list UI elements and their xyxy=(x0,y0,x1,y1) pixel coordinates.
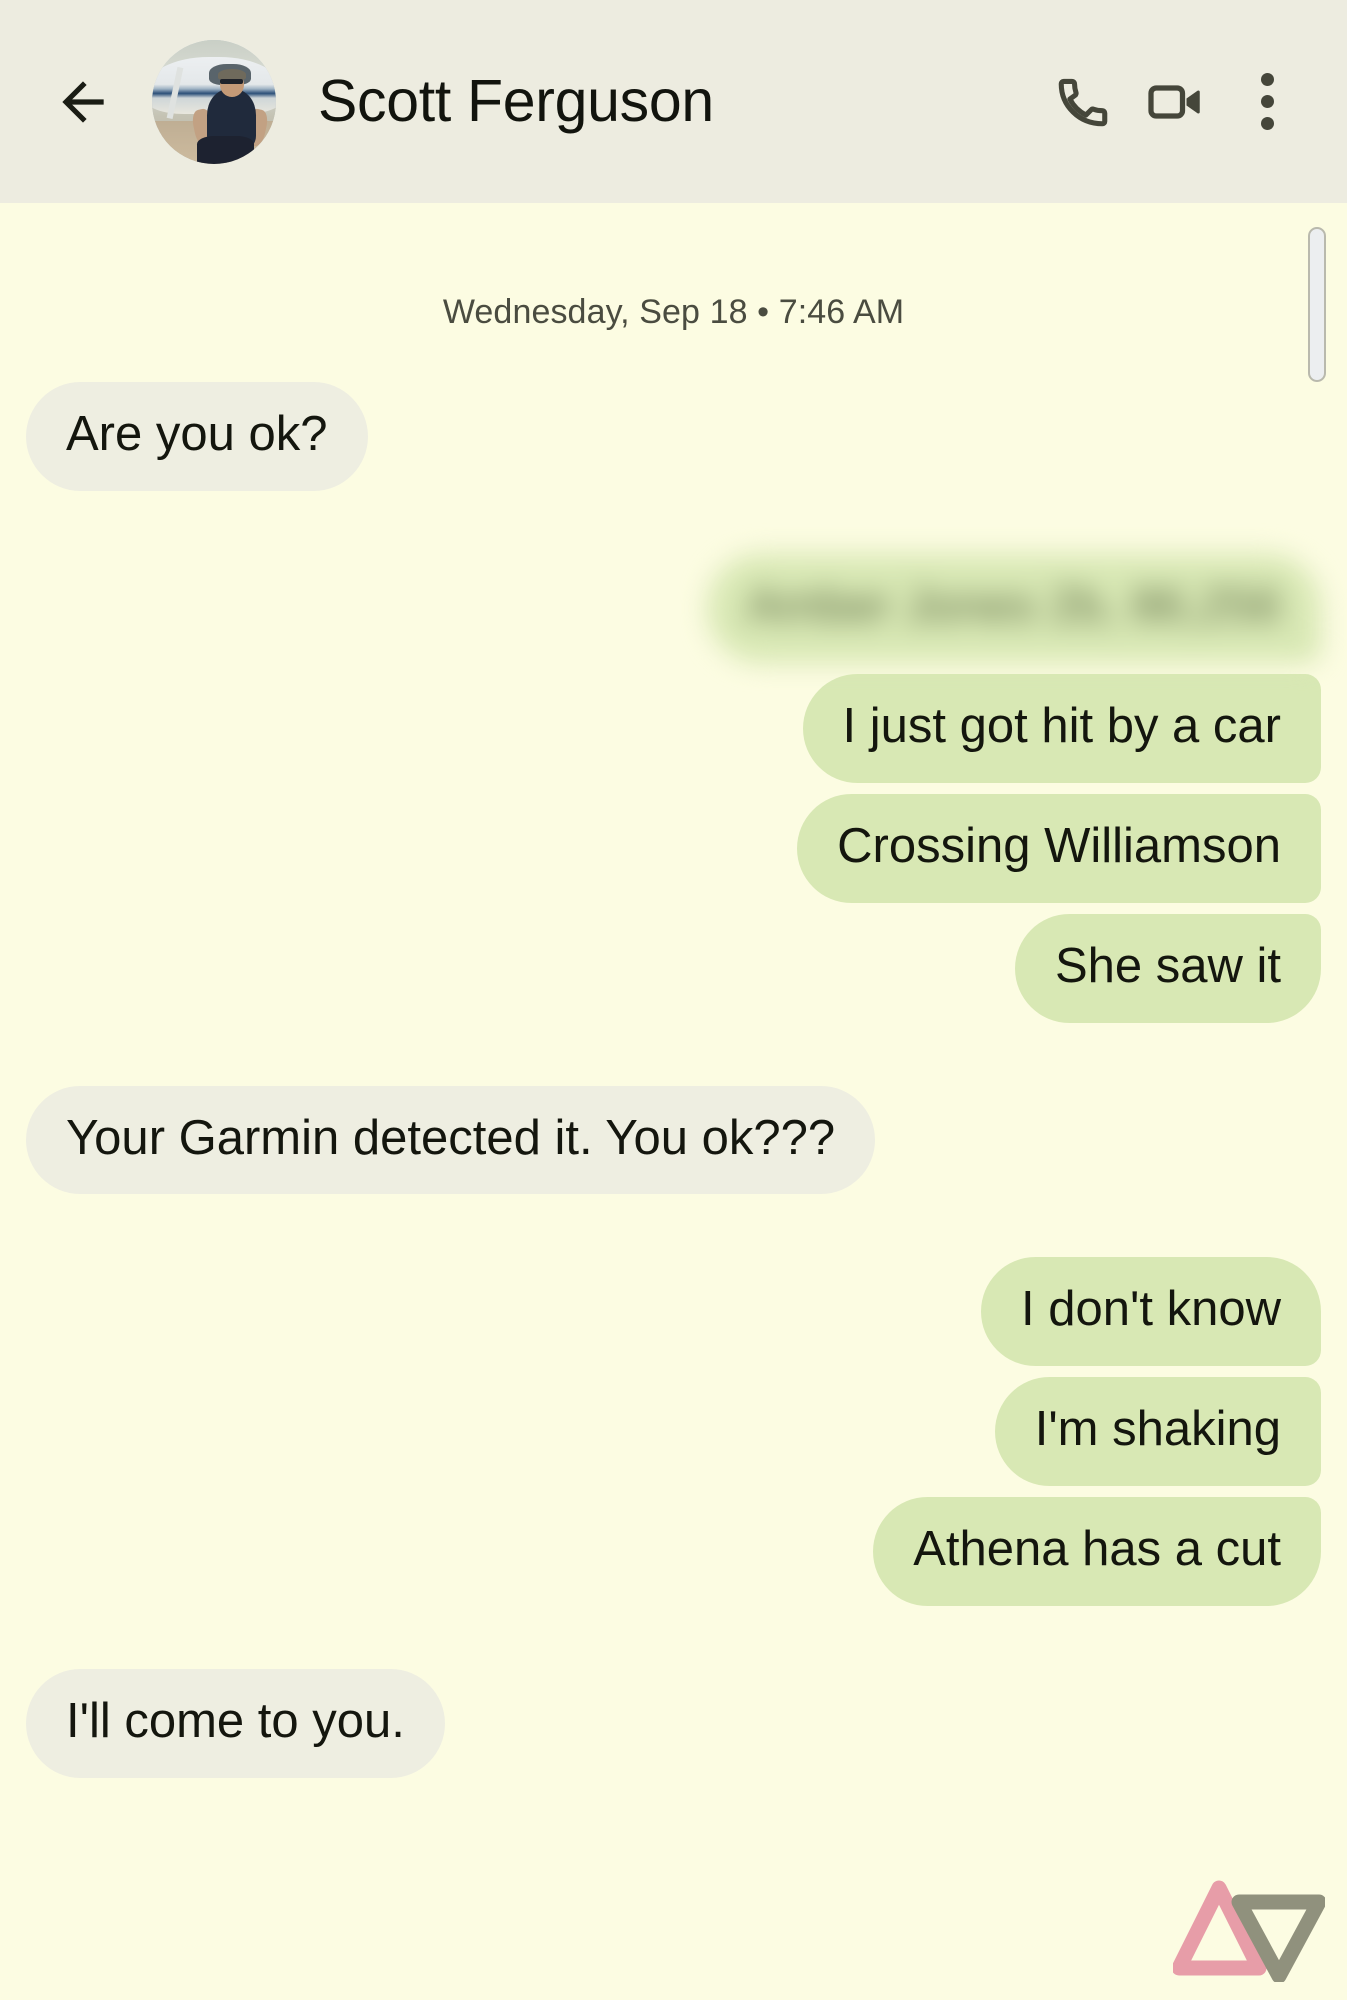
header-actions xyxy=(1037,56,1313,148)
message-row: I don't know xyxy=(26,1257,1321,1367)
redacted-text: Amber Jones 2b, 86,256 xyxy=(747,578,1281,633)
more-options-icon[interactable] xyxy=(1221,56,1313,148)
three-dots xyxy=(1260,73,1274,130)
message-row: Crossing Williamson xyxy=(26,793,1321,903)
android-police-logo xyxy=(1173,1876,1325,1982)
message-bubble-incoming[interactable]: I'll come to you. xyxy=(26,1669,445,1779)
message-row: Your Garmin detected it. You ok??? xyxy=(26,1085,1321,1195)
message-bubble-incoming[interactable]: Your Garmin detected it. You ok??? xyxy=(26,1085,876,1195)
message-row: Are you ok? xyxy=(26,382,1321,491)
avatar-foreground xyxy=(196,136,254,164)
message-row: She saw it xyxy=(26,913,1321,1023)
contact-name[interactable]: Scott Ferguson xyxy=(318,72,1037,131)
message-row: Athena has a cut xyxy=(26,1497,1321,1607)
avatar[interactable] xyxy=(152,39,276,164)
video-camera-icon[interactable] xyxy=(1129,56,1221,148)
message-bubble-outgoing[interactable]: I'm shaking xyxy=(994,1377,1321,1487)
messaging-app-screen: Scott Ferguson Wednesday, Sep 18 • 7:46 … xyxy=(0,0,1347,2000)
avatar-sunglasses xyxy=(220,79,243,85)
dot-3 xyxy=(1260,117,1274,130)
message-row: I just got hit by a car xyxy=(26,673,1321,783)
scrollbar-thumb[interactable] xyxy=(1308,227,1326,382)
message-bubble-outgoing[interactable]: I don't know xyxy=(981,1257,1321,1367)
message-bubble-incoming[interactable]: Are you ok? xyxy=(26,382,368,491)
conversation-header: Scott Ferguson xyxy=(0,0,1347,203)
message-row: I'm shaking xyxy=(26,1377,1321,1487)
dot-2 xyxy=(1260,95,1274,108)
message-bubble-outgoing[interactable]: I just got hit by a car xyxy=(802,673,1321,783)
message-list[interactable]: Wednesday, Sep 18 • 7:46 AM Are you ok? … xyxy=(0,203,1347,2000)
message-bubble-outgoing[interactable]: Athena has a cut xyxy=(873,1497,1321,1607)
phone-icon[interactable] xyxy=(1037,56,1129,148)
message-row: I'll come to you. xyxy=(26,1669,1321,1779)
scrollbar-track[interactable] xyxy=(1306,203,1328,2000)
message-bubble-outgoing-redacted[interactable]: Amber Jones 2b, 86,256 xyxy=(707,553,1321,663)
back-icon[interactable] xyxy=(52,71,114,133)
dot-1 xyxy=(1260,73,1274,86)
message-bubble-outgoing[interactable]: She saw it xyxy=(1014,913,1321,1023)
date-divider: Wednesday, Sep 18 • 7:46 AM xyxy=(442,293,905,331)
message-bubble-outgoing[interactable]: Crossing Williamson xyxy=(797,793,1321,903)
message-row: Amber Jones 2b, 86,256 xyxy=(26,553,1321,663)
